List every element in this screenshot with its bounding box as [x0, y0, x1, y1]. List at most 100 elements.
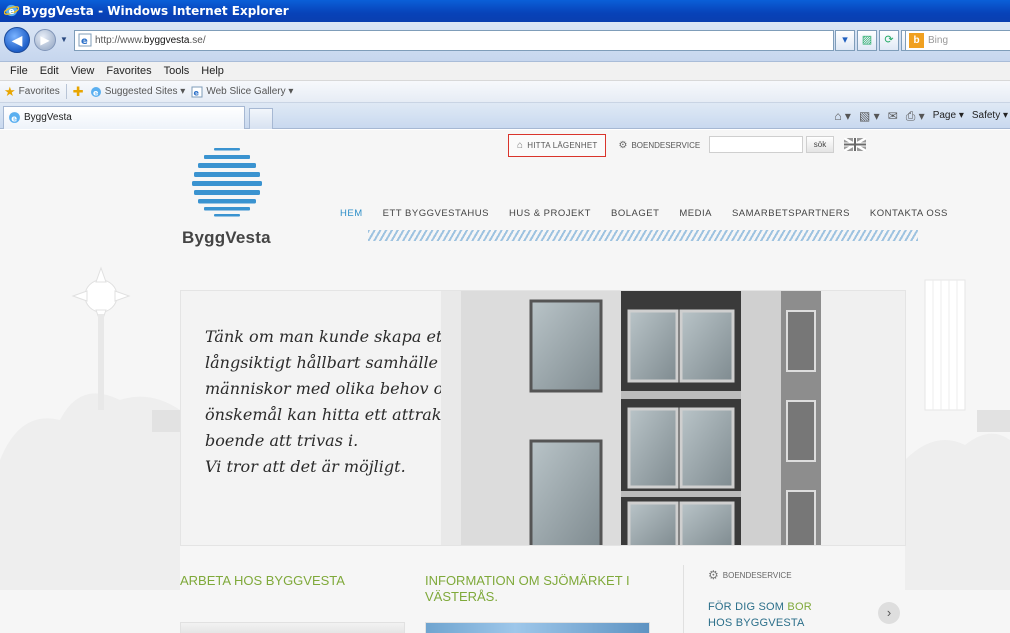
nav-media[interactable]: MEDIA — [669, 208, 722, 219]
bing-icon: b — [909, 33, 924, 48]
uk-flag-icon[interactable] — [844, 138, 866, 151]
suggested-sites-link[interactable]: e Suggested Sites ▾ — [90, 81, 186, 103]
page-menu[interactable]: Page ▾ — [933, 108, 964, 124]
tab-bar: e ByggVesta ⌂ ▾ ▧ ▾ ✉ ⎙ ▾ Page ▾ Safety … — [0, 103, 1010, 129]
for-dig-som-bor-link[interactable]: FÖR DIG SOM BOR HOS BYGGVESTA — [708, 599, 812, 631]
mail-icon[interactable]: ✉ — [888, 108, 898, 124]
web-page: ⌂ HITTA LÄGENHET ⚙ BOENDESERVICE sök Byg… — [0, 130, 1010, 633]
feeds-icon[interactable]: ▧ ▾ — [859, 108, 880, 124]
hitta-lagenhet-label: HITTA LÄGENHET — [527, 141, 598, 150]
hero-line: Vi tror att det är möjligt. — [205, 457, 406, 476]
tab-byggvesta[interactable]: e ByggVesta — [3, 106, 245, 129]
sjomarket-image[interactable] — [425, 622, 650, 633]
web-slice-gallery-link[interactable]: e Web Slice Gallery ▾ — [191, 81, 293, 103]
hero-line: människor med olika behov och — [205, 379, 463, 398]
svg-text:e: e — [9, 6, 15, 16]
web-slice-gallery-label: Web Slice Gallery ▾ — [206, 85, 294, 97]
refresh-icon[interactable]: ⟳ — [879, 30, 899, 51]
arbeta-image[interactable] — [180, 622, 405, 633]
sok-button[interactable]: sök — [806, 136, 834, 153]
top-links: ⌂ HITTA LÄGENHET ⚙ BOENDESERVICE — [508, 133, 710, 158]
ie-logo-icon: e — [4, 4, 19, 17]
favorites-bar: ★ Favorites ✚ e Suggested Sites ▾ e Web … — [0, 81, 1010, 103]
sjomarket-heading-line2[interactable]: VÄSTERÅS. — [425, 589, 498, 605]
menu-help[interactable]: Help — [195, 62, 230, 80]
menu-bar: File Edit View Favorites Tools Help — [0, 62, 1010, 81]
boendeservice-small-label: BOENDESERVICE — [722, 570, 792, 580]
building-photo — [441, 291, 905, 545]
menu-file[interactable]: File — [4, 62, 34, 80]
svg-text:e: e — [93, 88, 99, 97]
ie-tab-icon: e — [9, 112, 20, 124]
byggvesta-logo-icon — [192, 148, 262, 217]
nav-hem[interactable]: HEM — [330, 208, 373, 219]
new-tab-button[interactable] — [249, 108, 273, 129]
forward-button[interactable]: ▶ — [34, 29, 56, 51]
menu-edit[interactable]: Edit — [34, 62, 65, 80]
history-dropdown-icon[interactable]: ▼ — [60, 35, 68, 44]
bing-search-input[interactable]: b Bing — [905, 30, 1010, 51]
command-bar: ⌂ ▾ ▧ ▾ ✉ ⎙ ▾ Page ▾ Safety ▾ — [834, 108, 1008, 124]
print-icon[interactable]: ⎙ ▾ — [906, 108, 925, 124]
back-arrow-icon: ◀ — [11, 32, 23, 48]
svg-text:e: e — [11, 114, 17, 124]
menu-tools[interactable]: Tools — [158, 62, 196, 80]
bing-placeholder: Bing — [928, 35, 949, 46]
hero-line: Tänk om man kunde skapa ett — [205, 327, 449, 346]
window-titlebar: e ByggVesta - Windows Internet Explorer — [0, 0, 1010, 22]
nav-kontakta-oss[interactable]: KONTAKTA OSS — [860, 208, 958, 219]
url-domain: byggvesta — [143, 35, 190, 46]
add-favorite-icon[interactable]: ✚ — [73, 81, 84, 103]
chevron-right-icon[interactable]: › — [878, 602, 900, 624]
back-button[interactable]: ◀ — [4, 27, 30, 53]
page-icon: e — [78, 33, 92, 47]
tab-label: ByggVesta — [24, 112, 72, 123]
url-suffix: .se/ — [189, 35, 206, 46]
decorative-right-illustration — [905, 279, 1010, 590]
hero-line: långsiktigt hållbart samhälle där — [205, 353, 471, 372]
for-dig-text: FÖR DIG SOM — [708, 601, 788, 613]
nav-hatch-divider — [368, 230, 918, 241]
hero-banner: Tänk om man kunde skapa ett långsiktigt … — [180, 290, 906, 546]
ie-page-icon: e — [90, 86, 101, 97]
menu-favorites[interactable]: Favorites — [100, 62, 157, 80]
url-dropdown-button[interactable]: ▾ — [835, 30, 855, 51]
sjomarket-heading-line1[interactable]: INFORMATION OM SJÖMÄRKET I — [425, 573, 630, 589]
window-title: ByggVesta - Windows Internet Explorer — [22, 4, 289, 18]
ie-page-icon: e — [191, 86, 203, 97]
hero-line: boende att trivas i. — [205, 431, 359, 450]
favorites-label: Favorites — [18, 85, 60, 97]
nav-hus-projekt[interactable]: HUS & PROJEKT — [499, 208, 601, 219]
main-navigation: HEM ETT BYGGVESTAHUS HUS & PROJEKT BOLAG… — [330, 208, 958, 219]
compatibility-icon[interactable]: ▨ — [857, 30, 877, 51]
star-icon: ★ — [4, 83, 16, 99]
favorites-button[interactable]: ★ Favorites — [4, 81, 60, 103]
gear-icon: ⚙ — [708, 568, 719, 582]
url-input[interactable]: e http://www.byggvesta.se/ — [74, 30, 834, 51]
boendeservice-label: BOENDESERVICE — [631, 141, 701, 150]
site-search-input[interactable] — [709, 136, 803, 153]
forward-arrow-icon: ▶ — [40, 33, 50, 47]
arbeta-hos-byggvesta-heading[interactable]: ARBETA HOS BYGGVESTA — [180, 573, 345, 589]
bor-text: BOR — [787, 601, 812, 613]
suggested-sites-label: Suggested Sites ▾ — [104, 85, 186, 97]
hero-line: önskemål kan hitta ett attraktivt — [205, 405, 469, 424]
column-divider — [683, 565, 684, 633]
nav-bolaget[interactable]: BOLAGET — [601, 208, 669, 219]
hitta-lagenhet-link[interactable]: ⌂ HITTA LÄGENHET — [508, 134, 607, 157]
logo-text[interactable]: ByggVesta — [182, 228, 271, 248]
decorative-left-illustration — [0, 266, 180, 590]
favorites-separator — [65, 84, 67, 99]
menu-view[interactable]: View — [65, 62, 101, 80]
url-prefix: http://www. — [95, 35, 144, 46]
hero-quote: Tänk om man kunde skapa ett långsiktigt … — [205, 324, 471, 480]
boendeservice-section-label: ⚙ BOENDESERVICE — [708, 568, 792, 582]
gear-icon: ⚙ — [618, 140, 628, 151]
svg-text:e: e — [194, 88, 200, 97]
house-icon: ⌂ — [517, 140, 524, 151]
boendeservice-link[interactable]: ⚙ BOENDESERVICE — [606, 134, 710, 157]
home-icon[interactable]: ⌂ ▾ — [834, 108, 851, 124]
nav-ett-byggvestahus[interactable]: ETT BYGGVESTAHUS — [373, 208, 499, 219]
nav-samarbetspartners[interactable]: SAMARBETSPARTNERS — [722, 208, 860, 219]
safety-menu[interactable]: Safety ▾ — [972, 108, 1008, 124]
